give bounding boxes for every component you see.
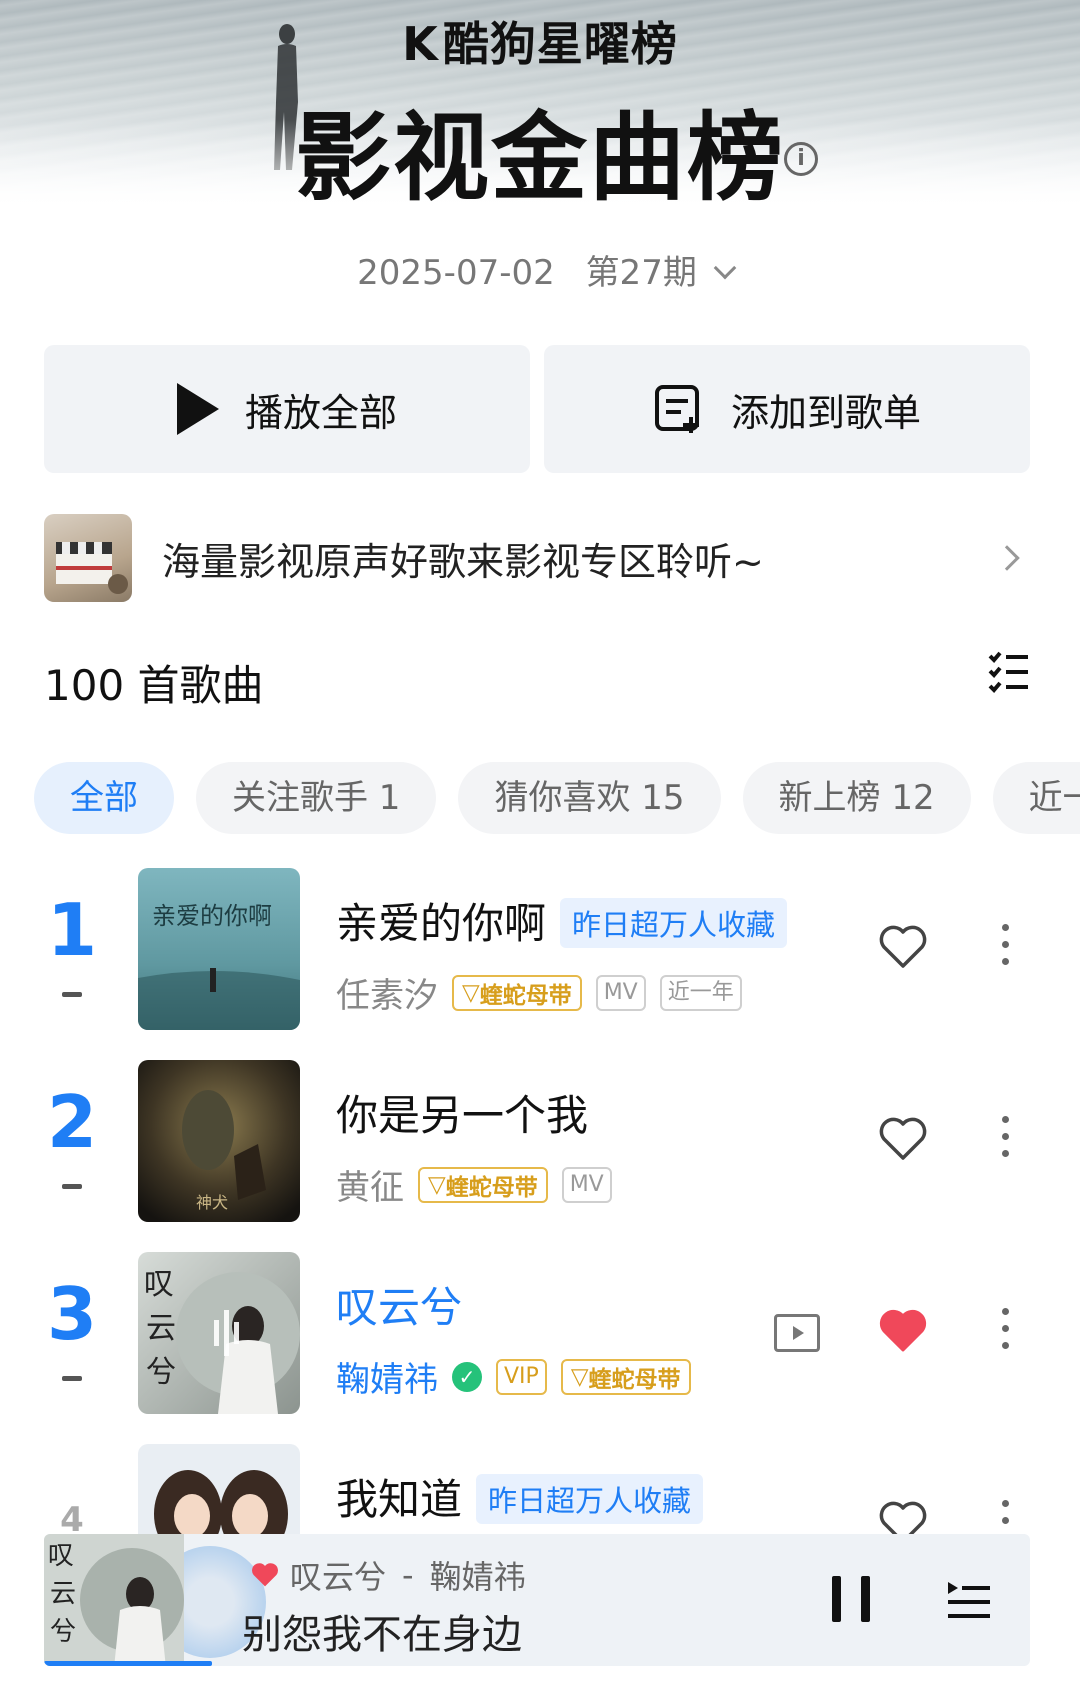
heart-filled-icon[interactable] xyxy=(878,1308,928,1354)
player-lyric: 别怨我不在身边 xyxy=(242,1612,522,1658)
song-artist[interactable]: 鞠婧祎 xyxy=(336,1352,438,1401)
svg-text:神犬: 神犬 xyxy=(196,1193,228,1212)
mv-badge: MV xyxy=(561,1166,612,1203)
pause-icon[interactable] xyxy=(832,1576,870,1622)
popularity-tag: 昨日超万人收藏 xyxy=(560,897,788,948)
song-artist[interactable]: 黄征 xyxy=(336,1160,404,1209)
viper-master-badge: ▽ 蝰蛇母带 xyxy=(418,1166,548,1203)
brand-logo: K酷狗星曜榜 xyxy=(402,17,678,71)
kugou-k-icon: K xyxy=(402,17,439,71)
song-row-playing[interactable]: 3 叹 云 兮 叹云兮 鞠婧祎 ✓ VIP ▽ 蝰蛇母带 xyxy=(0,1252,1080,1416)
rank-change-indicator xyxy=(62,992,82,997)
filter-chip-new-entries[interactable]: 新上榜 12 xyxy=(742,762,971,834)
song-title: 我知道 xyxy=(336,1475,463,1524)
playlist-queue-icon[interactable] xyxy=(946,1578,992,1622)
soundtrack-promo-banner[interactable]: 海量影视原声好歌来影视专区聆听~ xyxy=(44,512,1030,604)
song-artist[interactable]: 任素汐 xyxy=(336,968,438,1017)
player-artist: 鞠婧祎 xyxy=(429,1558,526,1596)
svg-text:兮: 兮 xyxy=(146,1355,176,1390)
chevron-right-icon xyxy=(994,545,1020,571)
filter-chip-all[interactable]: 全部 xyxy=(34,762,174,834)
playback-progress-bar[interactable] xyxy=(44,1661,212,1666)
song-cover: 神犬 xyxy=(138,1060,300,1222)
svg-text:兮: 兮 xyxy=(50,1617,76,1647)
song-rank: 1 xyxy=(46,888,98,972)
svg-text:云: 云 xyxy=(50,1579,76,1609)
period-selector[interactable]: 2025-07-02 第27期 xyxy=(0,245,1080,294)
more-options-icon[interactable] xyxy=(1000,1116,1010,1166)
heart-filled-icon[interactable] xyxy=(250,1561,280,1589)
mini-player[interactable]: 叹 云 兮 叹云兮 - 鞠婧祎 别怨我不在身边 xyxy=(44,1534,1030,1666)
rank-change-indicator xyxy=(62,1376,82,1381)
player-cover-art[interactable]: 叹 云 兮 xyxy=(44,1534,184,1666)
filter-chip-past-year[interactable]: 近一年 xyxy=(992,762,1080,834)
multi-select-list-icon[interactable] xyxy=(988,650,1030,694)
filter-chip-followed-artists[interactable]: 关注歌手 1 xyxy=(196,762,437,834)
clapperboard-thumbnail xyxy=(44,514,132,602)
period-issue: 第27期 xyxy=(585,253,697,293)
song-title: 叹云兮 xyxy=(336,1283,463,1332)
rank-change-indicator xyxy=(62,1184,82,1189)
song-rank: 2 xyxy=(46,1080,98,1164)
player-separator: - xyxy=(402,1556,414,1594)
song-cover: 亲爱的你啊 xyxy=(138,868,300,1030)
page-title: 影视金曲榜 xyxy=(295,102,785,210)
add-to-playlist-button[interactable]: 添加到歌单 xyxy=(544,345,1030,473)
song-row[interactable]: 2 神犬 你是另一个我 黄征 ▽ 蝰蛇母带 MV xyxy=(0,1060,1080,1224)
heart-outline-icon[interactable] xyxy=(878,924,928,970)
period-date: 2025-07-02 xyxy=(357,253,555,293)
promo-text: 海量影视原声好歌来影视专区聆听~ xyxy=(162,539,764,584)
svg-text:云: 云 xyxy=(146,1311,176,1346)
song-title: 你是另一个我 xyxy=(336,1091,589,1140)
chart-header: K酷狗星曜榜 影视金曲榜 i xyxy=(0,0,1080,210)
vip-badge: VIP xyxy=(496,1358,547,1395)
more-options-icon[interactable] xyxy=(1000,1308,1010,1358)
popularity-tag: 昨日超万人收藏 xyxy=(476,1473,704,1524)
mv-badge: MV xyxy=(595,974,646,1011)
heart-outline-icon[interactable] xyxy=(878,1116,928,1162)
recent-year-badge: 近一年 xyxy=(659,974,742,1011)
chevron-down-icon xyxy=(713,256,737,280)
viper-master-badge: ▽ 蝰蛇母带 xyxy=(560,1358,691,1395)
song-count: 100 首歌曲 xyxy=(44,661,264,710)
song-rank: 3 xyxy=(46,1272,98,1356)
filter-chips: 全部关注歌手 1 猜你喜欢 15 新上榜 12 近一年 xyxy=(34,762,1080,836)
svg-text:叹: 叹 xyxy=(48,1541,74,1571)
play-all-button[interactable]: 播放全部 xyxy=(44,345,530,473)
verified-check-icon: ✓ xyxy=(452,1361,482,1392)
viper-master-badge: ▽ 蝰蛇母带 xyxy=(452,974,582,1011)
play-icon xyxy=(176,383,219,435)
more-options-icon[interactable] xyxy=(1000,924,1010,974)
svg-text:亲爱的你啊: 亲爱的你啊 xyxy=(152,902,272,930)
player-song-title: 叹云兮 xyxy=(290,1558,387,1596)
info-icon[interactable]: i xyxy=(784,142,818,176)
song-title: 亲爱的你啊 xyxy=(336,899,547,948)
play-mv-icon[interactable] xyxy=(774,1314,820,1352)
filter-chip-recommended[interactable]: 猜你喜欢 15 xyxy=(458,762,721,834)
song-cover: 叹 云 兮 xyxy=(138,1252,300,1414)
song-row[interactable]: 1 亲爱的你啊 亲爱的你啊 昨日超万人收藏 任素汐 ▽ 蝰蛇母带 MV 近一年 xyxy=(0,868,1080,1032)
add-playlist-icon xyxy=(654,385,699,433)
svg-text:叹: 叹 xyxy=(144,1267,174,1302)
